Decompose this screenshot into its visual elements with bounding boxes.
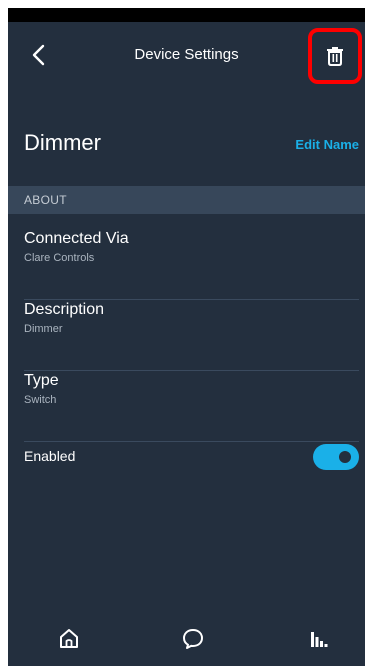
type-label: Type (24, 372, 59, 389)
connected-via-row: Connected Via Clare Controls (24, 230, 359, 300)
status-bar (8, 8, 365, 22)
toggle-knob (339, 451, 351, 463)
chevron-left-icon (32, 44, 45, 66)
nav-home-button[interactable] (54, 624, 84, 654)
device-name-row: Dimmer Edit Name (8, 126, 365, 166)
app-window: Device Settings Dimmer Edit Name ABOUT C… (8, 8, 365, 666)
header: Device Settings (8, 22, 365, 92)
nav-chat-button[interactable] (178, 624, 208, 654)
screen: Device Settings Dimmer Edit Name ABOUT C… (0, 0, 365, 666)
connected-via-value: Clare Controls (24, 252, 95, 264)
enabled-toggle[interactable] (313, 444, 359, 470)
connected-via-label: Connected Via (24, 230, 129, 247)
section-title: ABOUT (24, 193, 67, 207)
enabled-label: Enabled (24, 448, 76, 464)
description-label: Description (24, 301, 105, 318)
back-button[interactable] (26, 40, 50, 70)
chat-icon (183, 629, 203, 649)
type-row: Type Switch (24, 372, 359, 442)
nav-play-button[interactable] (304, 624, 334, 654)
type-value: Switch (24, 394, 57, 406)
edit-name-link[interactable]: Edit Name (295, 137, 359, 152)
home-icon (60, 629, 78, 648)
section-header-about: ABOUT (8, 186, 365, 214)
description-value: Dimmer (24, 323, 63, 335)
bottom-nav (8, 616, 365, 666)
device-name: Dimmer (24, 130, 101, 155)
description-row: Description Dimmer (24, 301, 359, 371)
delete-button[interactable] (308, 28, 362, 84)
trash-icon (327, 47, 343, 66)
play-icon (311, 632, 328, 647)
enabled-row: Enabled (24, 440, 359, 474)
